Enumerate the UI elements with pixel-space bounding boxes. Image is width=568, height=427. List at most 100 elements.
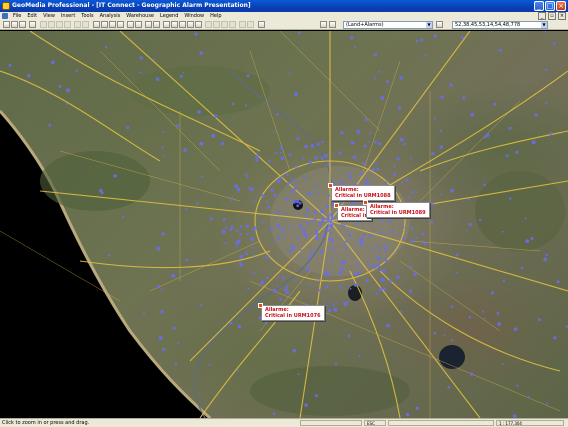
site-marker[interactable]: [211, 134, 216, 138]
site-marker[interactable]: [296, 136, 300, 141]
site-marker[interactable]: [305, 234, 309, 238]
menu-edit[interactable]: Edit: [24, 12, 40, 20]
site-marker[interactable]: [252, 200, 256, 203]
legend-select-icon[interactable]: [329, 21, 336, 28]
site-marker[interactable]: [178, 274, 181, 276]
hand-icon[interactable]: [135, 21, 142, 28]
site-marker[interactable]: [314, 231, 319, 236]
site-marker[interactable]: [200, 304, 203, 307]
site-marker[interactable]: [386, 323, 390, 328]
data-window-icon[interactable]: [153, 21, 160, 28]
site-marker[interactable]: [270, 227, 274, 231]
site-marker[interactable]: [320, 140, 324, 144]
site-marker[interactable]: [172, 326, 176, 330]
site-marker[interactable]: [415, 406, 420, 410]
site-marker[interactable]: [289, 176, 292, 179]
alarm-callout[interactable]: Allarme: Critical in URM1089: [363, 200, 430, 218]
site-marker[interactable]: [265, 255, 269, 259]
site-marker[interactable]: [315, 394, 318, 398]
site-marker[interactable]: [318, 222, 322, 226]
site-marker[interactable]: [355, 222, 359, 225]
site-marker[interactable]: [456, 272, 458, 274]
print-icon[interactable]: [29, 21, 36, 28]
site-marker[interactable]: [384, 250, 387, 253]
site-marker[interactable]: [399, 75, 404, 80]
site-marker[interactable]: [156, 285, 161, 289]
new-icon[interactable]: [3, 21, 10, 28]
feature-select-icon[interactable]: [320, 21, 327, 28]
site-marker[interactable]: [245, 224, 249, 228]
site-marker[interactable]: [283, 213, 286, 215]
site-marker[interactable]: [104, 46, 108, 49]
site-marker[interactable]: [340, 223, 343, 226]
site-marker[interactable]: [382, 287, 386, 291]
site-marker[interactable]: [314, 218, 317, 221]
mdi-close-button[interactable]: ×: [558, 12, 566, 20]
site-marker[interactable]: [237, 324, 242, 329]
site-marker[interactable]: [433, 117, 436, 120]
site-marker[interactable]: [199, 51, 204, 56]
site-marker[interactable]: [273, 193, 277, 198]
site-marker[interactable]: [367, 140, 370, 143]
site-marker[interactable]: [270, 188, 274, 192]
site-marker[interactable]: [255, 158, 259, 162]
site-marker[interactable]: [304, 144, 308, 149]
site-marker[interactable]: [399, 137, 404, 142]
site-marker[interactable]: [341, 201, 344, 204]
site-marker[interactable]: [314, 156, 318, 160]
site-marker[interactable]: [508, 126, 512, 130]
site-marker[interactable]: [369, 233, 373, 237]
site-marker[interactable]: [449, 83, 453, 87]
site-marker[interactable]: [288, 225, 291, 228]
site-marker[interactable]: [544, 68, 548, 72]
site-marker[interactable]: [392, 229, 395, 232]
site-marker[interactable]: [301, 157, 305, 160]
site-marker[interactable]: [108, 254, 111, 257]
site-marker[interactable]: [279, 176, 283, 180]
site-marker[interactable]: [531, 140, 536, 145]
site-marker[interactable]: [365, 178, 369, 182]
site-marker[interactable]: [513, 327, 518, 332]
site-marker[interactable]: [430, 220, 434, 224]
site-marker[interactable]: [214, 114, 218, 119]
site-marker[interactable]: [185, 208, 188, 211]
site-marker[interactable]: [530, 237, 534, 240]
site-marker[interactable]: [374, 161, 377, 164]
site-marker[interactable]: [265, 276, 269, 279]
site-marker[interactable]: [330, 258, 333, 261]
site-marker[interactable]: [208, 363, 211, 366]
site-marker[interactable]: [415, 236, 418, 239]
site-marker[interactable]: [209, 217, 213, 221]
site-marker[interactable]: [433, 34, 438, 38]
site-marker[interactable]: [353, 283, 358, 287]
site-marker[interactable]: [338, 271, 342, 275]
properties-icon[interactable]: [109, 21, 116, 28]
site-marker[interactable]: [292, 178, 295, 182]
site-marker[interactable]: [305, 222, 309, 225]
site-marker[interactable]: [236, 369, 239, 372]
site-marker[interactable]: [171, 273, 176, 278]
site-marker[interactable]: [284, 235, 287, 238]
site-marker[interactable]: [376, 264, 381, 268]
site-marker[interactable]: [294, 183, 298, 186]
site-marker[interactable]: [275, 151, 278, 155]
site-marker[interactable]: [308, 283, 311, 286]
site-marker[interactable]: [348, 176, 352, 180]
site-marker[interactable]: [347, 334, 351, 338]
site-marker[interactable]: [525, 239, 530, 244]
insert-feature-icon[interactable]: [229, 21, 236, 28]
site-marker[interactable]: [289, 72, 291, 75]
site-marker[interactable]: [331, 246, 335, 250]
site-marker[interactable]: [301, 223, 303, 226]
site-marker[interactable]: [8, 63, 12, 67]
site-marker[interactable]: [142, 313, 146, 316]
site-marker[interactable]: [239, 254, 244, 259]
site-marker[interactable]: [326, 228, 330, 233]
site-marker[interactable]: [335, 301, 338, 304]
site-marker[interactable]: [334, 362, 338, 365]
site-marker[interactable]: [327, 153, 329, 156]
site-marker[interactable]: [440, 95, 444, 100]
site-marker[interactable]: [348, 233, 351, 236]
site-marker[interactable]: [276, 179, 281, 184]
site-marker[interactable]: [310, 251, 314, 255]
